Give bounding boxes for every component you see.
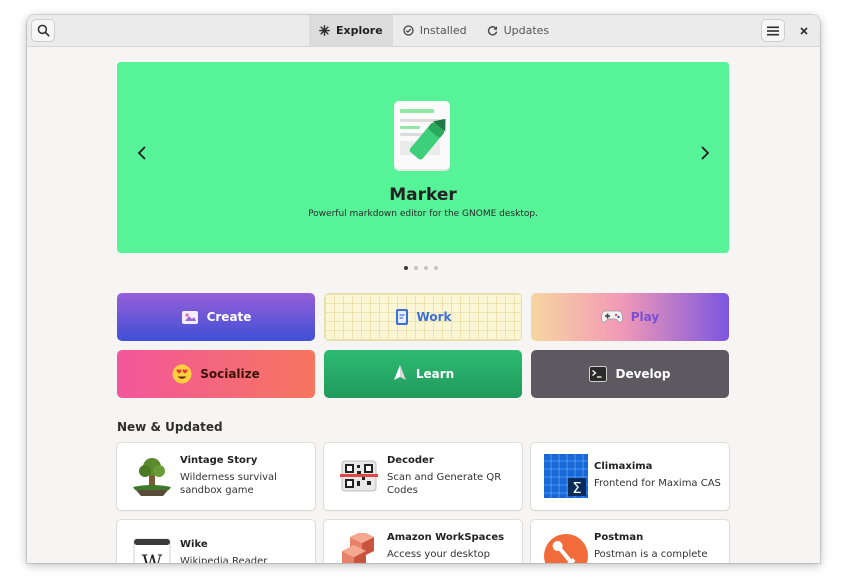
tab-updates-label: Updates (503, 24, 550, 37)
app-description: Access your desktop (387, 549, 490, 560)
chevron-left-icon (137, 145, 147, 166)
featured-app-title: Marker (389, 185, 457, 205)
wikipedia-icon: W (129, 536, 175, 563)
qr-code-icon (336, 453, 382, 499)
check-circle-icon (403, 25, 414, 36)
section-title-new-updated: New & Updated (117, 420, 223, 434)
svg-text:Σ: Σ (572, 479, 581, 497)
gamepad-icon (600, 310, 623, 324)
app-description: Wilderness survival sandbox game (180, 472, 277, 496)
hamburger-icon (767, 26, 779, 36)
category-socialize[interactable]: Socialize (117, 350, 315, 398)
search-button[interactable] (31, 19, 55, 42)
tab-installed[interactable]: Installed (393, 15, 477, 46)
header-bar: Explore Installed Updates (27, 15, 820, 47)
terminal-icon (589, 366, 608, 382)
category-create-label: Create (206, 310, 252, 324)
app-name: Climaxima (594, 461, 653, 472)
app-name: Decoder (387, 455, 434, 466)
carousel-dot[interactable] (414, 266, 418, 270)
app-card-amazon-workspaces[interactable]: Amazon WorkSpaces Access your desktop (324, 520, 522, 563)
tab-explore[interactable]: Explore (309, 15, 393, 46)
carousel-dot[interactable] (434, 266, 438, 270)
app-description: Frontend for Maxima CAS (594, 478, 721, 489)
tab-updates[interactable]: Updates (477, 15, 560, 46)
carousel-indicators (404, 266, 438, 270)
tab-explore-label: Explore (336, 24, 383, 37)
explore-page: Marker Powerful markdown editor for the … (27, 47, 820, 563)
app-name: Amazon WorkSpaces (387, 532, 505, 543)
category-develop[interactable]: Develop (531, 350, 729, 398)
carousel-prev-button[interactable] (132, 145, 152, 166)
sailboat-icon (392, 365, 408, 383)
work-icon (395, 308, 409, 326)
search-icon (37, 24, 50, 37)
category-work[interactable]: Work (324, 293, 522, 341)
carousel-dot[interactable] (404, 266, 408, 270)
app-name: Wike (180, 539, 208, 550)
climaxima-icon: Σ (543, 453, 589, 499)
category-play[interactable]: Play (531, 293, 729, 341)
refresh-icon (487, 25, 498, 36)
carousel-dot[interactable] (424, 266, 428, 270)
main-menu-button[interactable] (761, 19, 785, 42)
create-icon (181, 309, 199, 325)
tab-installed-label: Installed (419, 24, 467, 37)
marker-app-icon (392, 99, 454, 183)
postman-icon (543, 533, 589, 563)
app-card-decoder[interactable]: Decoder Scan and Generate QR Codes (324, 443, 522, 510)
app-name: Postman (594, 532, 644, 543)
compass-icon (319, 25, 330, 36)
app-description: Scan and Generate QR Codes (387, 472, 502, 496)
app-card-vintage-story[interactable]: Vintage Story Wilderness survival sandbo… (117, 443, 315, 510)
category-create[interactable]: Create (117, 293, 315, 341)
category-socialize-label: Socialize (200, 367, 260, 381)
close-icon (800, 26, 808, 35)
svg-text:W: W (142, 550, 163, 563)
featured-app-subtitle: Powerful markdown editor for the GNOME d… (308, 209, 538, 219)
view-switcher: Explore Installed Updates (309, 15, 559, 46)
amazon-workspaces-icon (336, 531, 382, 563)
app-card-postman[interactable]: Postman Postman is a complete API (531, 520, 729, 563)
app-name: Vintage Story (180, 455, 258, 466)
chevron-right-icon (700, 145, 710, 166)
app-card-climaxima[interactable]: Σ Climaxima Frontend for Maxima CAS (531, 443, 729, 510)
heart-eyes-emoji-icon (172, 364, 192, 384)
close-button[interactable] (792, 19, 816, 42)
gnome-software-window: Explore Installed Updates Marker Powerfu… (27, 15, 820, 563)
category-play-label: Play (630, 310, 660, 324)
category-work-label: Work (416, 310, 452, 324)
app-description: Postman is a complete API (594, 549, 708, 563)
app-card-wike[interactable]: W Wike Wikipedia Reader (117, 520, 315, 563)
category-learn[interactable]: Learn (324, 350, 522, 398)
category-develop-label: Develop (615, 367, 671, 381)
category-learn-label: Learn (415, 367, 455, 381)
app-description: Wikipedia Reader (180, 556, 268, 563)
featured-carousel[interactable]: Marker Powerful markdown editor for the … (117, 62, 729, 253)
vintage-story-icon (129, 453, 175, 499)
carousel-next-button[interactable] (695, 145, 715, 166)
